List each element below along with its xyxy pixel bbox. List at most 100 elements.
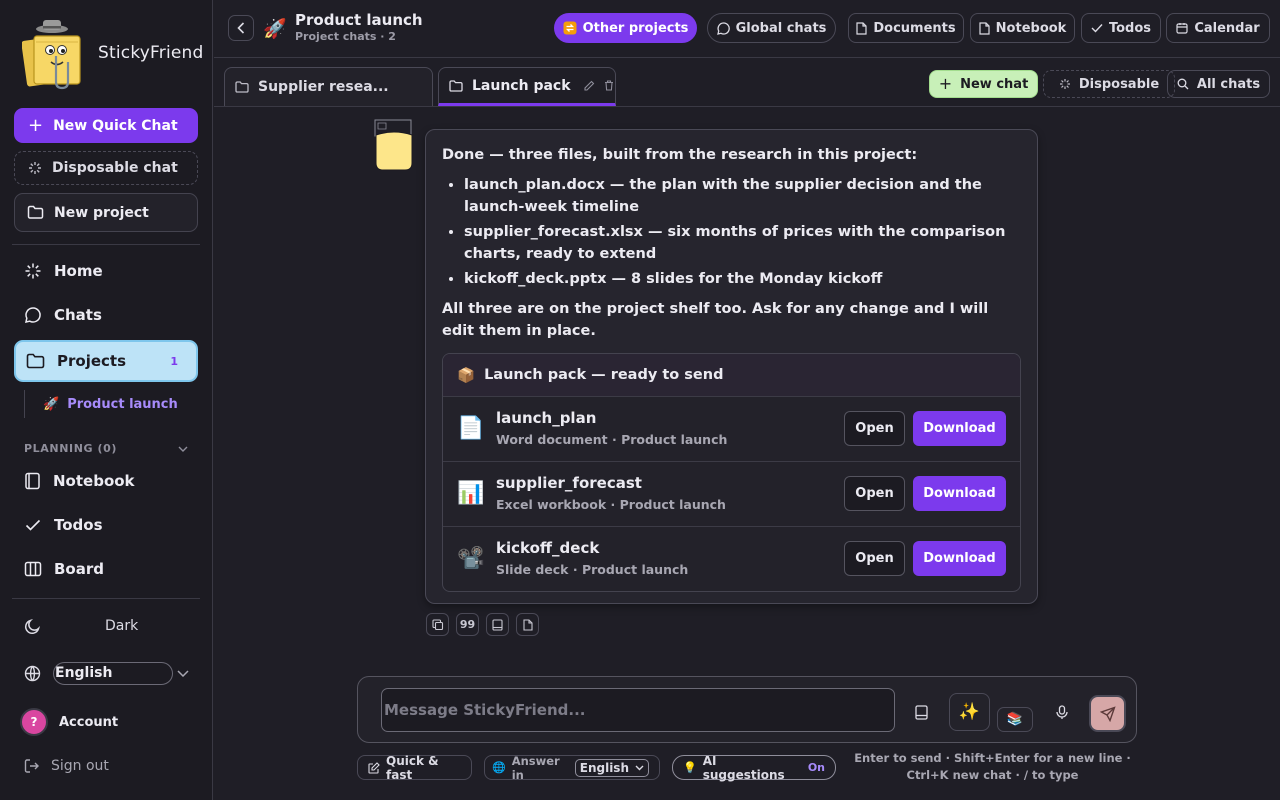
sidebar-item-label: Board [54, 560, 104, 578]
ai-assist-button[interactable]: ✨ [949, 693, 990, 731]
new-chat-button[interactable]: + New chat [929, 70, 1038, 98]
notebook-button[interactable]: Notebook [970, 13, 1075, 43]
planning-section-toggle[interactable]: PLANNING (0) [24, 442, 188, 455]
disposable-button[interactable]: Disposable [1043, 70, 1175, 98]
all-chats-button[interactable]: All chats [1167, 70, 1270, 98]
documents-button[interactable]: Documents [848, 13, 964, 43]
ai-suggestions-label: AI suggestions [702, 753, 785, 782]
attach-notebook-button[interactable] [910, 701, 932, 723]
tab-supplier-research[interactable]: Supplier resea... [224, 67, 433, 106]
download-button[interactable]: Download [913, 476, 1006, 511]
brand[interactable]: StickyFriend [22, 18, 204, 90]
message-outro: All three are on the project shelf too. … [442, 301, 989, 339]
send-icon [1099, 705, 1116, 722]
film-projector-icon: 📽️ [457, 546, 485, 571]
sidebar-item-todos[interactable]: Todos [14, 507, 198, 543]
sidebar-item-board[interactable]: Board [14, 551, 198, 587]
new-project-button[interactable]: New project [14, 193, 198, 232]
spreadsheet-chart-icon: 📊 [457, 481, 485, 506]
quote-button[interactable]: 99 [456, 613, 479, 636]
disposable-chat-button[interactable]: Disposable chat [14, 151, 198, 185]
account-label: Account [59, 714, 119, 730]
theme-toggle[interactable]: Dark [24, 614, 194, 638]
sidebar-project-product-launch[interactable]: 🚀 Product launch [24, 390, 178, 418]
answer-language-control: 🌐 Answer in English [484, 754, 660, 782]
page-subtitle: Project chats · 2 [295, 30, 396, 43]
language-select[interactable]: English [53, 661, 173, 685]
keyboard-hint: Enter to send · Shift+Enter for a new li… [850, 750, 1135, 784]
chevron-down-icon[interactable] [177, 669, 189, 677]
download-button[interactable]: Download [913, 411, 1006, 446]
lightbulb-icon: 💡 [683, 761, 697, 774]
save-to-notebook-button[interactable] [486, 613, 509, 636]
microphone-button[interactable] [1051, 701, 1073, 723]
send-button[interactable] [1089, 695, 1126, 732]
file-row-launch-plan: 📄 launch_plan Word document · Product la… [443, 397, 1020, 462]
tab-launch-pack[interactable]: Launch pack [438, 67, 616, 106]
download-button[interactable]: Download [913, 541, 1006, 576]
app-name: StickyFriend [98, 43, 204, 63]
planning-label: PLANNING (0) [24, 442, 118, 455]
document-icon [522, 618, 533, 631]
copy-button[interactable] [426, 613, 449, 636]
save-as-document-button[interactable] [516, 613, 539, 636]
tab-label: Launch pack [472, 77, 571, 94]
chevron-down-icon [178, 446, 188, 452]
card-title: Launch pack — ready to send [484, 367, 724, 383]
disposable-chat-label: Disposable chat [52, 160, 178, 176]
documents-label: Documents [873, 20, 956, 36]
theme-label: Dark [105, 618, 139, 634]
file-name: kickoff_deck [496, 539, 600, 557]
copy-icon [431, 618, 444, 631]
sidebar-item-notebook[interactable]: Notebook [14, 463, 198, 499]
folder-icon [235, 81, 249, 93]
open-button[interactable]: Open [844, 476, 905, 511]
swap-icon [563, 21, 577, 35]
top-bar: 🚀 Product launch Project chats · 2 Other… [214, 0, 1280, 58]
list-item: launch_plan.docx — the plan with the sup… [464, 174, 1022, 218]
sidebar-divider [12, 598, 200, 599]
hint-line: Ctrl+K new chat · / to type [906, 768, 1079, 782]
other-projects-button[interactable]: Other projects [554, 13, 697, 43]
card-header: 📦 Launch pack — ready to send [443, 354, 1020, 397]
account-button[interactable]: ? Account [20, 708, 118, 736]
message-input[interactable] [381, 688, 895, 732]
sidebar-item-projects[interactable]: Projects 1 [14, 340, 198, 382]
knowledge-button[interactable]: 📚 [997, 707, 1033, 732]
assistant-message: Done — three files, built from the resea… [425, 129, 1038, 604]
sign-out-icon [24, 758, 41, 774]
file-bullet-list: launch_plan.docx — the plan with the sup… [464, 174, 1022, 290]
project-name: Product launch [67, 396, 178, 412]
global-chats-button[interactable]: Global chats [707, 13, 836, 43]
checkmark-icon [1091, 23, 1103, 33]
back-button[interactable] [228, 15, 254, 41]
microphone-icon [1056, 704, 1068, 720]
file-name: launch_plan [496, 409, 597, 427]
todos-button[interactable]: Todos [1081, 13, 1161, 43]
quote-icon: 99 [459, 618, 476, 631]
ai-suggestions-toggle[interactable]: 💡 AI suggestions On [672, 753, 836, 782]
sign-out-button[interactable]: Sign out [24, 758, 109, 774]
open-button[interactable]: Open [844, 411, 905, 446]
edit-pencil-icon[interactable] [583, 80, 595, 91]
assistant-avatar [374, 119, 414, 171]
sidebar-item-label: Projects [57, 352, 127, 370]
sidebar-item-chats[interactable]: Chats [14, 297, 198, 333]
open-button[interactable]: Open [844, 541, 905, 576]
chat-bubble-icon [716, 21, 730, 35]
avatar: ? [20, 708, 48, 736]
global-chats-label: Global chats [735, 20, 827, 36]
sidebar-item-label: Chats [54, 306, 102, 324]
calendar-button[interactable]: Calendar [1166, 13, 1270, 43]
answer-language-select[interactable]: English [574, 758, 649, 777]
quick-fast-mode-button[interactable]: Quick & fast [357, 754, 472, 782]
document-icon [856, 21, 867, 35]
chat-bubble-icon [24, 306, 42, 324]
file-meta: Excel workbook · Product launch [496, 497, 726, 512]
new-quick-chat-button[interactable]: + New Quick Chat [14, 108, 198, 143]
chevron-down-icon [635, 765, 644, 771]
folder-icon [26, 353, 45, 369]
trash-icon[interactable] [604, 80, 614, 91]
launch-pack-card: 📦 Launch pack — ready to send 📄 launch_p… [442, 353, 1021, 592]
sidebar-item-home[interactable]: Home [14, 253, 198, 289]
